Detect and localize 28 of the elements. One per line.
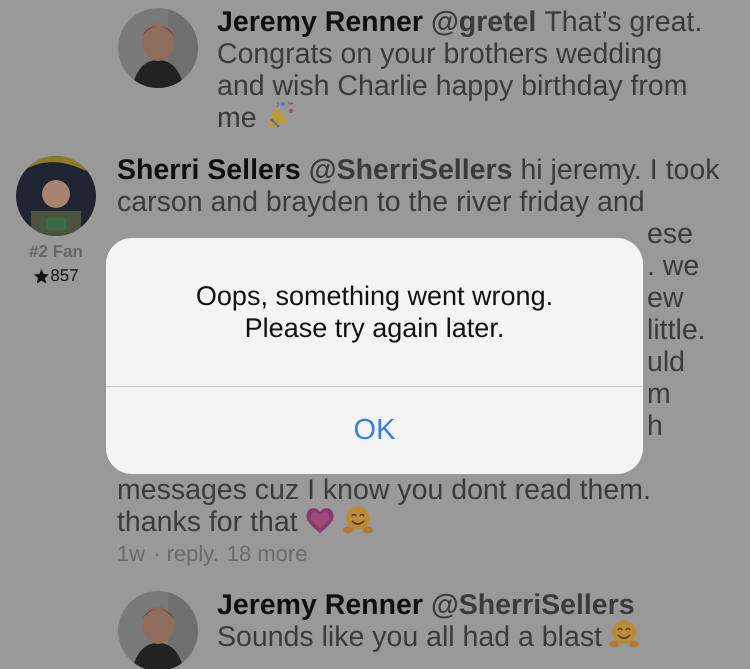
handle-link[interactable]: @SherriSellers (430, 589, 635, 621)
star-icon (33, 268, 50, 284)
alert-message: Oops, something went wrong. Please try again later. (194, 280, 554, 344)
comment-text: me (217, 102, 257, 134)
comment-text: hi jeremy. I took (520, 154, 720, 186)
comment-text: messages cuz I know you dont read them. (117, 474, 651, 506)
username-link[interactable]: Jeremy Renner (217, 6, 423, 38)
comment-text: ese (647, 218, 693, 250)
comment-text: carson and brayden to the river friday and (117, 186, 645, 218)
comment-text: little. (647, 314, 706, 346)
ok-button[interactable]: OK (106, 387, 643, 474)
handle-link[interactable]: @SherriSellers (308, 154, 512, 186)
comment-text: ew (647, 282, 684, 314)
points-count: 857 (33, 266, 79, 286)
username-link[interactable]: Jeremy Renner (217, 589, 423, 621)
comment-text: m (647, 378, 671, 410)
comment-text: h (647, 410, 663, 442)
comment-text: Congrats on your brothers wedding (217, 38, 662, 70)
comment-text: . we (647, 250, 700, 282)
comment-text: and wish Charlie happy birthday from (217, 70, 688, 102)
comment-text: That’s great. (544, 6, 702, 38)
comment-text: Sounds like you all had a blast (217, 621, 602, 653)
hugging-face-icon (608, 618, 640, 650)
username-link[interactable]: Sherri Sellers (117, 154, 301, 186)
comment-text: thanks for that (117, 506, 298, 538)
handle-link[interactable]: @gretel (430, 6, 536, 38)
hugging-face-icon (342, 504, 374, 536)
comment-text: uld (647, 346, 686, 378)
